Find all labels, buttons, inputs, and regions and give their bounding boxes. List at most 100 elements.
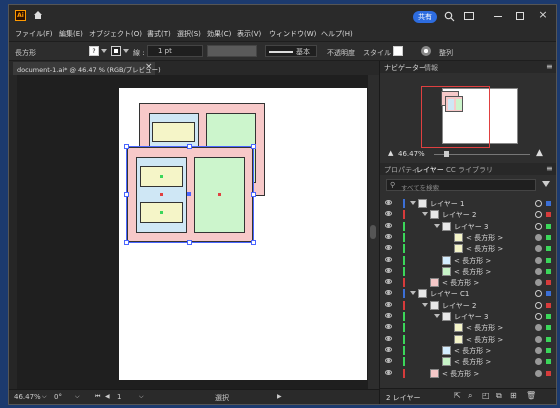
layer-row[interactable]: レイヤー 2 [380, 209, 556, 220]
resize-handle[interactable] [124, 240, 129, 245]
visibility-eye-icon[interactable] [385, 200, 392, 205]
status-play-icon[interactable]: ▶ [277, 393, 282, 400]
layer-item-row[interactable]: < 長方形 > [380, 356, 556, 367]
home-icon[interactable] [33, 10, 43, 20]
expand-chevron-icon[interactable] [422, 302, 428, 307]
layer-item-row[interactable]: < 長方形 > [380, 322, 556, 333]
resize-handle[interactable] [124, 144, 129, 149]
target-icon[interactable] [535, 200, 542, 207]
resize-handle[interactable] [187, 144, 192, 149]
target-icon[interactable] [535, 358, 542, 366]
layer-item-row[interactable]: < 長方形 > [380, 334, 556, 345]
arrange-icon[interactable] [464, 12, 474, 20]
visibility-eye-icon[interactable] [385, 256, 392, 262]
target-icon[interactable] [535, 369, 542, 377]
stroke-swatch[interactable] [111, 46, 121, 56]
visibility-eye-icon[interactable] [385, 335, 392, 341]
resize-handle[interactable] [187, 240, 192, 245]
target-icon[interactable] [535, 335, 542, 343]
navigator-preview[interactable] [382, 74, 556, 148]
selection-indicator[interactable] [546, 291, 551, 297]
center-handle[interactable] [187, 192, 191, 196]
tab-properties[interactable]: プロパティ [384, 165, 419, 177]
variable-width-profile[interactable] [207, 45, 257, 57]
resize-handle[interactable] [251, 144, 256, 149]
selection-indicator[interactable] [546, 325, 551, 331]
export-icon[interactable]: ⇱ [454, 391, 461, 400]
expand-chevron-icon[interactable] [422, 212, 428, 217]
selection-indicator[interactable] [546, 212, 551, 218]
selection-indicator[interactable] [546, 336, 551, 342]
visibility-eye-icon[interactable] [385, 245, 392, 251]
target-icon[interactable] [535, 313, 542, 320]
layer-item-row[interactable]: < 長方形 > [380, 255, 556, 266]
menu-window[interactable]: ウィンドウ(W) [269, 29, 316, 39]
layer-row[interactable]: レイヤー 3 [380, 221, 556, 232]
object-name[interactable]: < 長方形 > [454, 267, 491, 277]
layer-name[interactable]: レイヤー 2 [442, 301, 476, 311]
layer-item-row[interactable]: < 長方形 > [380, 368, 556, 379]
zoom-in-icon[interactable]: ▲ [536, 148, 543, 158]
make-clipping-mask-icon[interactable]: ◰ [482, 391, 490, 400]
menu-edit[interactable]: 編集(E) [59, 29, 83, 39]
filter-icon[interactable] [542, 181, 550, 187]
zoom-out-icon[interactable]: ▲ [388, 149, 393, 157]
target-icon[interactable] [535, 211, 542, 219]
target-icon[interactable] [535, 256, 542, 264]
visibility-eye-icon[interactable] [385, 222, 392, 228]
tab-cc-libraries[interactable]: CC ライブラリ [446, 165, 493, 177]
new-sublayer-icon[interactable]: ⧉ [496, 391, 502, 401]
menu-object[interactable]: オブジェクト(O) [89, 29, 142, 39]
expand-chevron-icon[interactable] [434, 223, 440, 228]
visibility-eye-icon[interactable] [385, 290, 392, 296]
visibility-eye-icon[interactable] [385, 301, 392, 307]
layer-item-row[interactable]: < 長方形 > [380, 277, 556, 288]
resize-handle[interactable] [251, 240, 256, 245]
selection-indicator[interactable] [546, 280, 551, 286]
document-tab[interactable]: document-1.ai* @ 46.47 % (RGB/プレビュー) × [13, 62, 161, 75]
target-icon[interactable] [535, 346, 542, 354]
recolor-icon[interactable] [421, 46, 431, 56]
visibility-eye-icon[interactable] [385, 267, 392, 273]
minimize-button[interactable] [494, 16, 502, 17]
layers-search-input[interactable]: ⚲ すべてを検索 [386, 179, 536, 192]
artboard[interactable] [119, 88, 367, 380]
navigator-zoom-thumb[interactable] [444, 151, 449, 157]
object-name[interactable]: < 長方形 > [454, 357, 491, 367]
layers-panel-menu-icon[interactable]: ≡ [546, 164, 553, 173]
rotation-dropdown-icon[interactable]: ⌵ [75, 393, 80, 401]
brush-definition-dropdown[interactable]: 基本 [265, 45, 317, 57]
selection-indicator[interactable] [546, 246, 551, 252]
selection-indicator[interactable] [546, 234, 551, 240]
visibility-eye-icon[interactable] [385, 279, 392, 285]
delete-layer-icon[interactable]: 🗑 [526, 391, 536, 400]
object-name[interactable]: < 長方形 > [466, 244, 503, 254]
layer-row[interactable]: レイヤー 3 [380, 311, 556, 322]
object-name[interactable]: < 長方形 > [442, 278, 479, 288]
layer-row[interactable]: レイヤー C1 [380, 288, 556, 299]
stroke-weight-stepper[interactable]: 1 pt [147, 45, 203, 57]
rect-yellow-back[interactable] [152, 122, 195, 142]
menu-view[interactable]: 表示(V) [237, 29, 261, 39]
artboard-number[interactable]: 1 [117, 393, 121, 401]
zoom-level[interactable]: 46.47% [14, 393, 41, 401]
prev-artboard-icon[interactable]: ◀ [105, 393, 110, 400]
share-button[interactable]: 共有 [413, 11, 437, 23]
selection-indicator[interactable] [546, 370, 551, 376]
target-icon[interactable] [535, 290, 542, 298]
selection-indicator[interactable] [546, 201, 551, 206]
target-icon[interactable] [535, 245, 542, 253]
selection-indicator[interactable] [546, 359, 551, 365]
target-icon[interactable] [535, 301, 542, 309]
close-button[interactable]: × [537, 8, 549, 22]
layer-item-row[interactable]: < 長方形 > [380, 345, 556, 356]
visibility-eye-icon[interactable] [385, 233, 392, 239]
object-name[interactable]: < 長方形 > [454, 346, 491, 356]
stroke-dropdown-icon[interactable] [123, 49, 129, 53]
layer-name[interactable]: レイヤー 3 [454, 222, 488, 232]
align-label[interactable]: 整列 [439, 48, 453, 58]
fill-dropdown-icon[interactable] [101, 49, 107, 53]
object-name[interactable]: < 長方形 > [466, 335, 503, 345]
tab-close-icon[interactable]: × [145, 62, 153, 72]
menu-help[interactable]: ヘルプ(H) [321, 29, 353, 39]
